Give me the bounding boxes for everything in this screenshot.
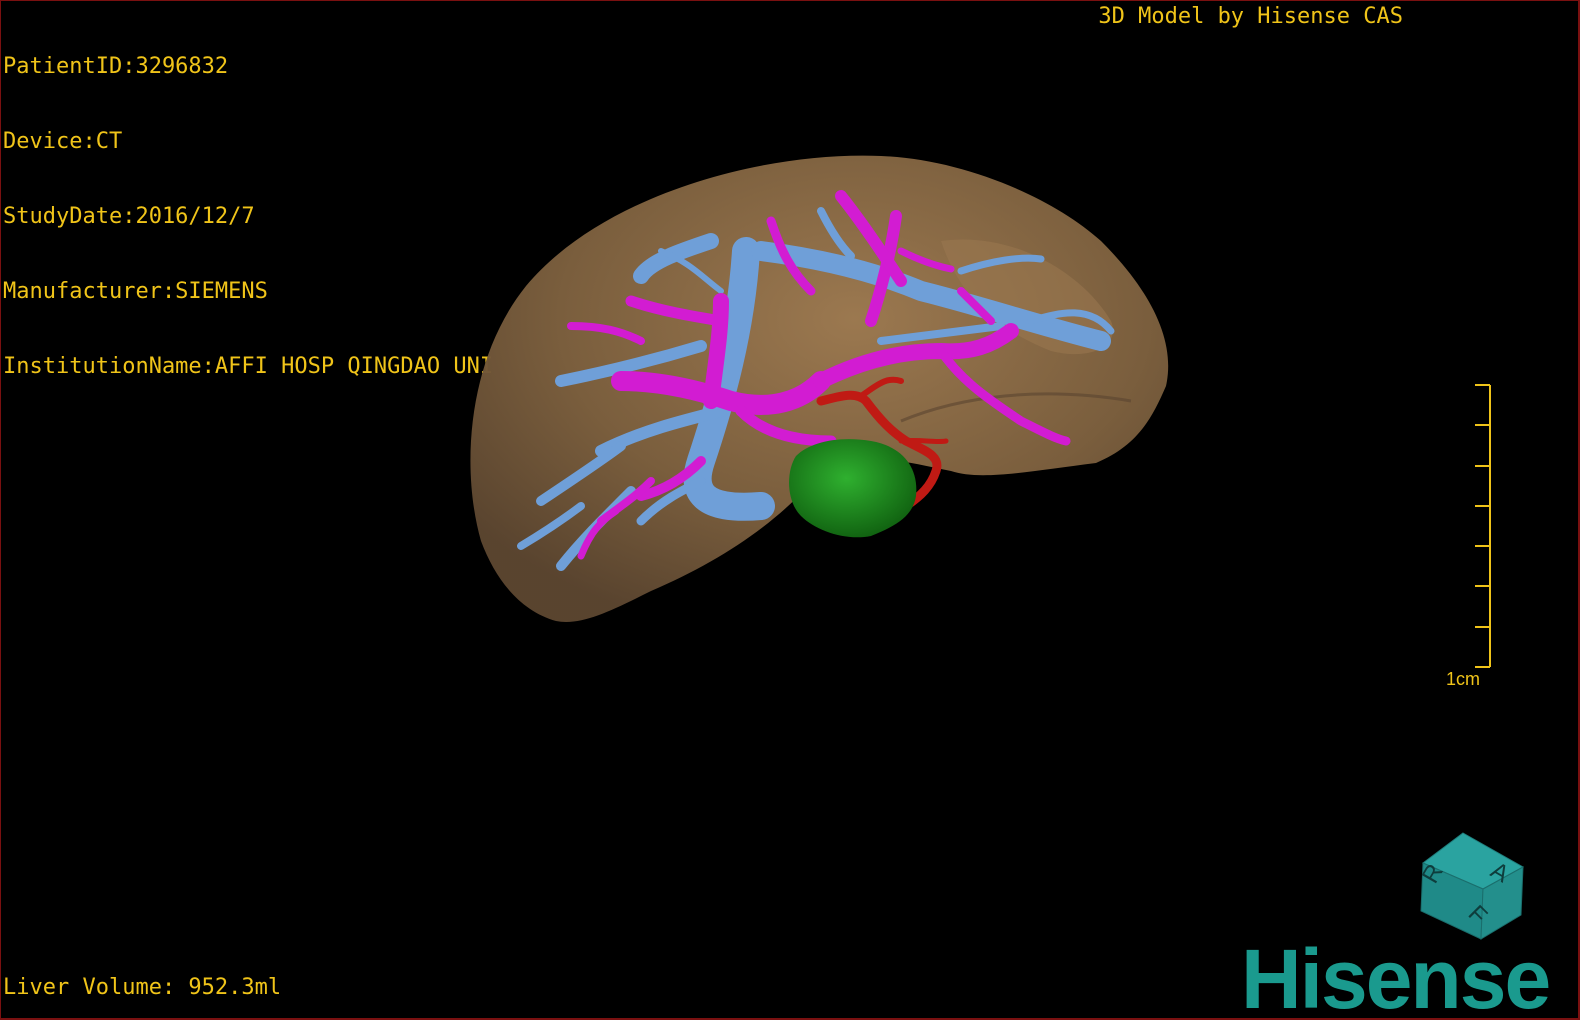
liver-volume-text: Liver Volume: 952.3ml	[3, 975, 282, 1000]
3d-viewport[interactable]: PatientID:3296832 Device:CT StudyDate:20…	[0, 0, 1580, 1020]
liver-3d-model[interactable]	[1, 1, 1577, 1017]
tumor-mass	[789, 439, 917, 538]
scale-bar	[1475, 384, 1491, 668]
scale-bar-label: 1cm	[1446, 669, 1481, 689]
orientation-cube[interactable]: A F R	[1411, 829, 1531, 944]
hisense-logo: Hisense	[1241, 932, 1551, 1020]
